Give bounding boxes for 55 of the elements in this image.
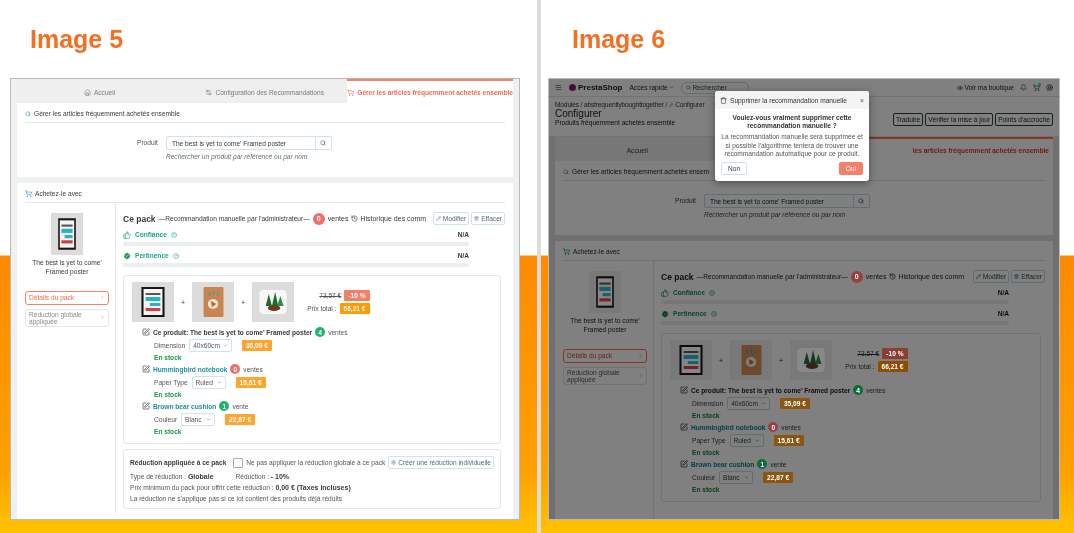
chevron-right-icon: [100, 295, 105, 301]
search-icon: [685, 85, 691, 90]
help-icon[interactable]: [170, 231, 177, 238]
image-caption: Image 5: [30, 24, 124, 54]
help-icon[interactable]: [172, 252, 179, 259]
help-icon[interactable]: [710, 310, 717, 317]
search-icon: [858, 198, 865, 204]
check-badge-icon: [123, 251, 131, 260]
edit-icon[interactable]: [680, 386, 688, 394]
image-caption: Image 6: [572, 24, 666, 54]
chevron-down-icon: [760, 401, 766, 406]
pencil-icon: [975, 274, 981, 279]
cart-icon: [563, 248, 570, 255]
chevron-right-icon: [638, 353, 643, 359]
edit-icon[interactable]: [142, 365, 150, 373]
thumbs-up-icon: [123, 230, 131, 239]
help-icon[interactable]: [708, 289, 715, 296]
chevron-down-icon: [206, 417, 212, 422]
pack-title: Ce pack: [123, 213, 156, 224]
edit-icon[interactable]: [142, 402, 150, 410]
pack-title: Ce pack: [661, 271, 694, 282]
cart-icon[interactable]: [1033, 84, 1040, 91]
gear-icon: [391, 460, 397, 465]
chevron-down-icon: [754, 438, 760, 443]
bell-icon[interactable]: [1020, 84, 1027, 91]
search-icon: [320, 140, 327, 146]
trash-icon: [720, 96, 727, 104]
history-icon: [351, 215, 359, 222]
user-icon[interactable]: [1046, 84, 1053, 91]
search-icon: [563, 168, 569, 175]
trash-icon: [474, 216, 480, 221]
page-title: Configurer: [555, 108, 602, 119]
checkbox[interactable]: [233, 457, 244, 468]
thumbs-up-icon: [661, 288, 669, 297]
logo-icon: [569, 84, 576, 91]
chevron-down-icon: [222, 343, 228, 348]
home-icon: [83, 88, 91, 96]
logo[interactable]: PrestaShop: [569, 83, 623, 92]
cart-icon: [347, 88, 355, 96]
caret-icon: [668, 85, 674, 90]
check-badge-icon: [661, 309, 669, 318]
menu-icon[interactable]: [555, 84, 562, 91]
history-icon: [889, 273, 897, 280]
trash-icon: [1014, 274, 1020, 279]
cart-icon: [25, 190, 32, 197]
search-icon: [25, 110, 31, 117]
eye-icon: [956, 84, 963, 91]
edit-icon[interactable]: [680, 460, 688, 468]
chevron-down-icon: [216, 380, 222, 385]
pencil-icon: [435, 216, 441, 221]
chevron-right-icon: [100, 315, 105, 321]
pencil-icon: [669, 102, 674, 107]
chevron-down-icon: [744, 475, 750, 480]
edit-icon[interactable]: [680, 423, 688, 431]
edit-icon[interactable]: [142, 328, 150, 336]
